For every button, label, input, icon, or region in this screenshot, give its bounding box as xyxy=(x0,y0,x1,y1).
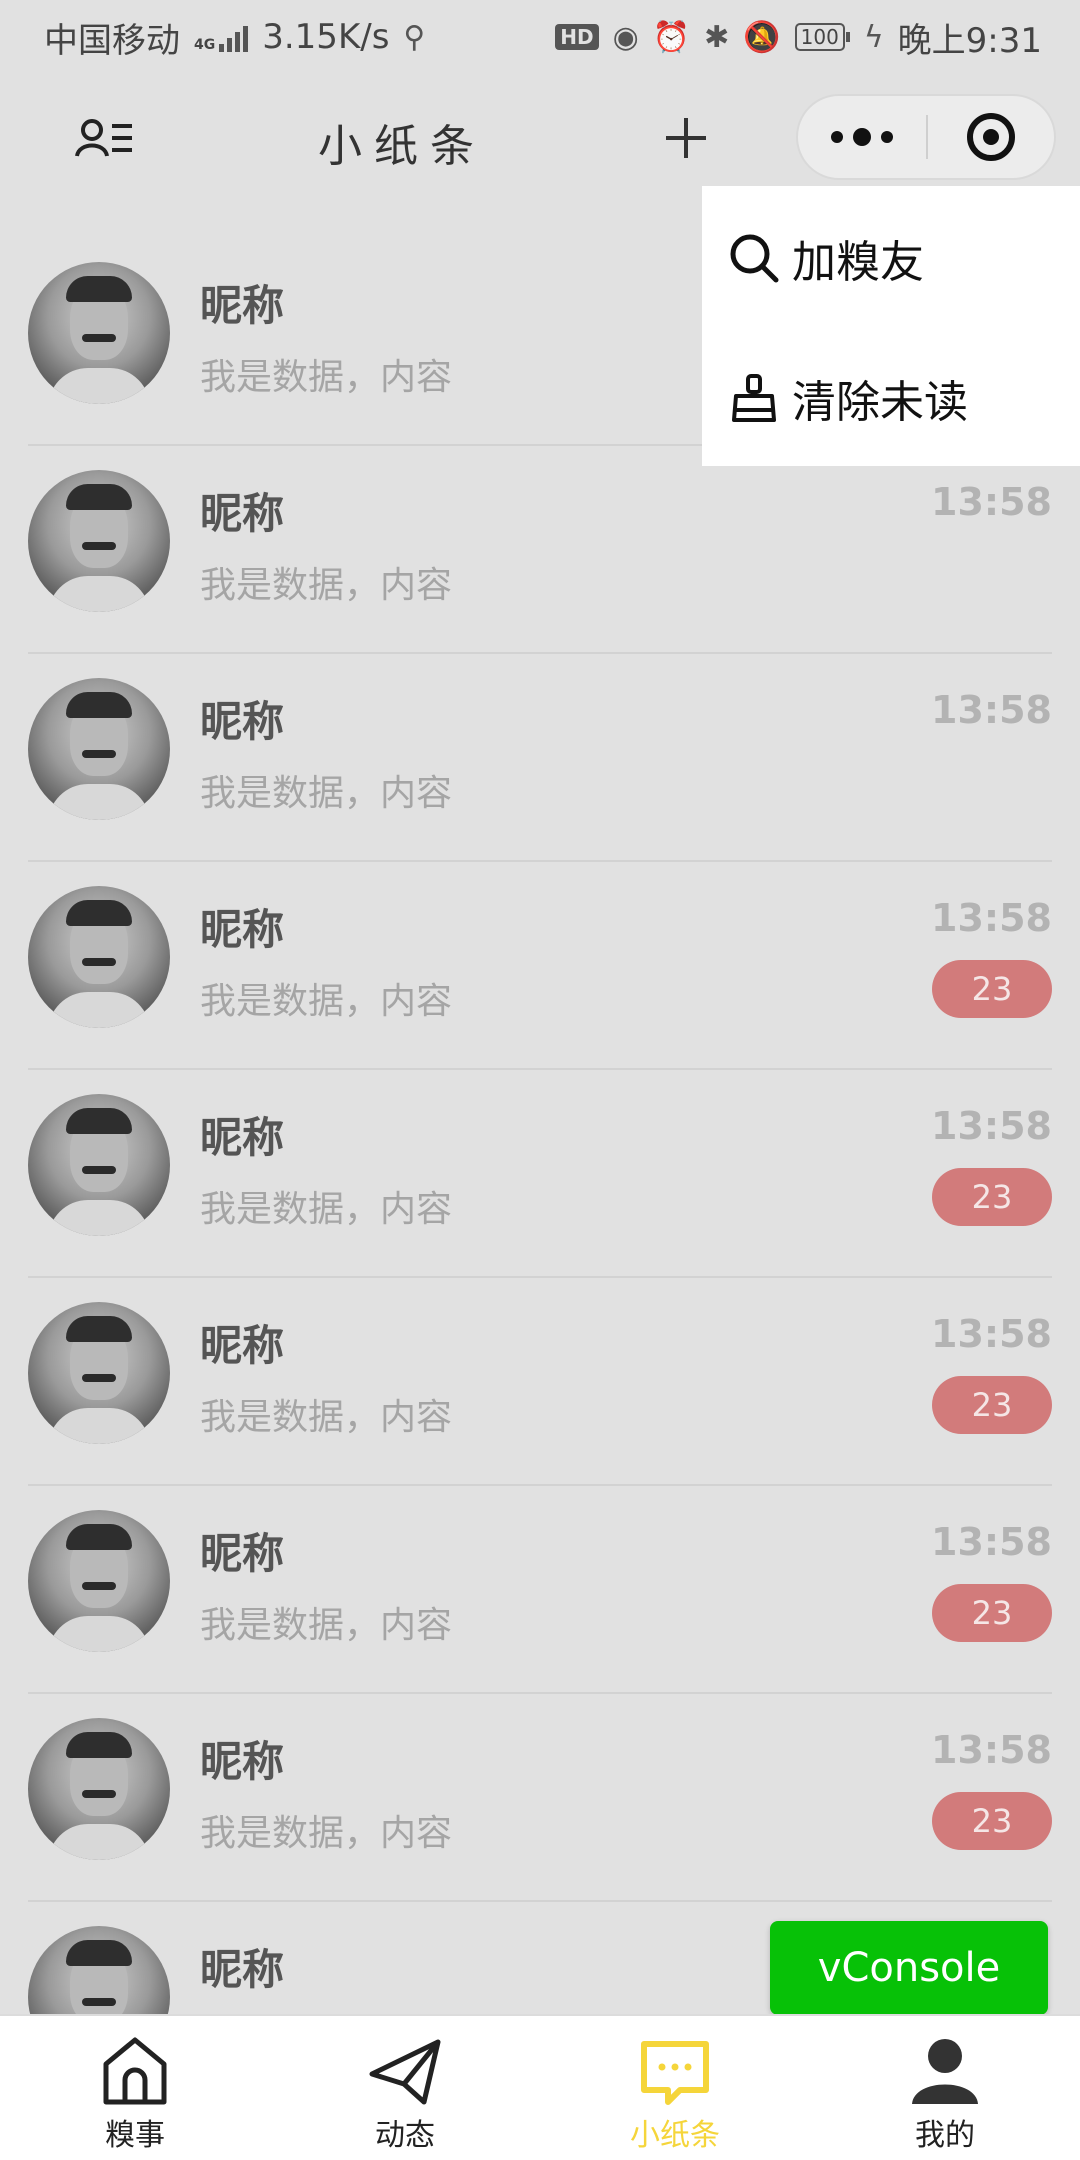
menu-item-clear-unread[interactable]: 清除未读 xyxy=(728,366,968,430)
contact-name: 昵称 xyxy=(200,1529,285,1578)
nav-bar: 小纸条 xyxy=(0,80,1080,196)
menu-item-label: 清除未读 xyxy=(792,377,968,428)
tab-feed[interactable]: 动态 xyxy=(270,2016,540,2160)
conversation-list: 昵称 我是数据，内容 昵称 我是数据，内容 13:58 昵称 我是数据，内容 13:58 昵称我… xyxy=(0,238,1080,2110)
usb-icon: ⚲ xyxy=(403,19,426,55)
vconsole-button[interactable]: vConsole xyxy=(770,1921,1048,2015)
avatar[interactable] xyxy=(28,1718,170,1860)
tab-label: 我的 xyxy=(915,2118,975,2153)
page-title: 小纸条 xyxy=(318,121,486,172)
tab-label: 动态 xyxy=(375,2118,435,2153)
tab-home[interactable]: 糗事 xyxy=(0,2016,270,2160)
list-item[interactable]: 昵称我是数据，内容 13:58 23 xyxy=(0,1278,1080,1486)
message-time: 13:58 xyxy=(931,480,1052,524)
message-preview: 我是数据，内容 xyxy=(200,565,453,606)
avatar[interactable] xyxy=(28,470,170,612)
list-item[interactable]: 昵称我是数据，内容 13:58 xyxy=(0,446,1080,654)
search-icon xyxy=(730,234,779,283)
contact-name: 昵称 xyxy=(200,905,285,954)
contact-name: 昵称 xyxy=(200,489,285,538)
list-item[interactable]: 昵称我是数据，内容 13:58 23 xyxy=(0,1486,1080,1694)
mini-program-capsule xyxy=(796,94,1056,180)
message-time: 13:58 xyxy=(931,896,1052,940)
eye-icon: ◉ xyxy=(612,19,639,55)
contact-name: 昵称 xyxy=(200,1113,285,1162)
contacts-list-icon[interactable] xyxy=(74,116,134,160)
more-dots-icon[interactable] xyxy=(798,96,926,178)
avatar[interactable] xyxy=(28,1094,170,1236)
tab-label: 小纸条 xyxy=(630,2118,720,2153)
unread-badge: 23 xyxy=(932,1376,1052,1434)
message-preview: 我是数据，内容 xyxy=(200,981,453,1022)
clock: 晚上9:31 xyxy=(897,20,1042,61)
unread-badge: 23 xyxy=(932,960,1052,1018)
tab-profile[interactable]: 我的 xyxy=(810,2016,1080,2160)
message-time: 13:58 xyxy=(931,1312,1052,1356)
message-preview: 我是数据，内容 xyxy=(200,1605,453,1646)
tab-messages[interactable]: 小纸条 xyxy=(540,2016,810,2160)
paper-plane-icon xyxy=(369,2039,441,2105)
contact-name: 昵称 xyxy=(200,281,285,330)
alarm-icon: ⏰ xyxy=(652,19,691,55)
avatar[interactable] xyxy=(28,678,170,820)
avatar[interactable] xyxy=(28,886,170,1028)
status-bar: 中国移动 4G 3.15K/s ⚲ HD ◉ ⏰ ✱ 🔕 100 ϟ 晚上9:3… xyxy=(0,0,1080,74)
hd-badge: HD xyxy=(555,24,599,50)
list-item[interactable]: 昵称我是数据，内容 13:58 23 xyxy=(0,1694,1080,1902)
message-preview: 我是数据，内容 xyxy=(200,357,453,398)
message-time: 13:58 xyxy=(931,1728,1052,1772)
message-time: 13:58 xyxy=(931,1104,1052,1148)
avatar[interactable] xyxy=(28,1302,170,1444)
battery-icon: 100 xyxy=(794,23,850,51)
tab-bar: 糗事 动态 小纸条 我的 xyxy=(0,2014,1080,2160)
unread-badge: 23 xyxy=(932,1792,1052,1850)
message-preview: 我是数据，内容 xyxy=(200,1189,453,1230)
bluetooth-icon: ✱ xyxy=(704,19,730,55)
list-item[interactable]: 昵称我是数据，内容 13:58 23 xyxy=(0,1070,1080,1278)
target-circle-icon[interactable] xyxy=(928,113,1054,161)
tab-label: 糗事 xyxy=(105,2118,165,2153)
broom-icon xyxy=(732,374,776,422)
unread-badge: 23 xyxy=(932,1584,1052,1642)
menu-item-add-friend[interactable]: 加糗友 xyxy=(728,226,924,290)
carrier-label: 中国移动 xyxy=(44,20,180,61)
plus-icon[interactable] xyxy=(662,114,710,162)
user-icon xyxy=(912,2039,978,2104)
avatar[interactable] xyxy=(28,262,170,404)
signal-icon: 4G xyxy=(194,22,249,52)
list-item[interactable]: 昵称我是数据，内容 13:58 23 xyxy=(0,862,1080,1070)
message-time: 13:58 xyxy=(931,688,1052,732)
home-icon xyxy=(103,2037,167,2105)
unread-badge: 23 xyxy=(932,1168,1052,1226)
chat-bubble-icon xyxy=(641,2041,709,2105)
charging-icon: ϟ xyxy=(863,19,884,55)
message-preview: 我是数据，内容 xyxy=(200,1397,453,1438)
contact-name: 昵称 xyxy=(200,697,285,746)
message-time: 13:58 xyxy=(931,1520,1052,1564)
menu-item-label: 加糗友 xyxy=(792,237,924,288)
contact-name: 昵称 xyxy=(200,1737,285,1786)
bell-off-icon: 🔕 xyxy=(743,19,781,55)
message-preview: 我是数据，内容 xyxy=(200,773,453,814)
avatar[interactable] xyxy=(28,1510,170,1652)
list-item[interactable]: 昵称我是数据，内容 13:58 xyxy=(0,654,1080,862)
message-preview: 我是数据，内容 xyxy=(200,1813,453,1854)
dropdown-menu: 加糗友 清除未读 xyxy=(702,186,1080,466)
network-speed: 3.15K/s xyxy=(262,17,390,57)
contact-name: 昵称 xyxy=(200,1321,285,1370)
contact-name: 昵称 xyxy=(200,1945,285,1994)
